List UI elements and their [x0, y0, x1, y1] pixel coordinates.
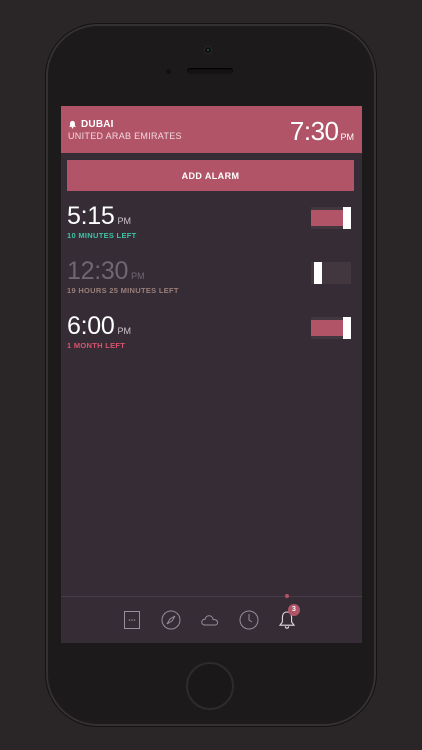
- alarm-item[interactable]: 12:30 PM 19 HOURS 25 MINUTES LEFT: [67, 257, 356, 307]
- alarm-time-ampm: PM: [117, 216, 131, 226]
- alarm-time-ampm: PM: [117, 326, 131, 336]
- alarm-item[interactable]: 6:00 PM 1 MONTH LEFT: [67, 312, 356, 362]
- tab-calendar[interactable]: [120, 608, 144, 632]
- alarm-time: 6:00 PM: [67, 312, 131, 341]
- tab-weather[interactable]: [198, 608, 222, 632]
- alarm-time-left: 1 MONTH LEFT: [67, 341, 126, 350]
- city-row: DUBAI: [68, 119, 114, 130]
- home-button[interactable]: [186, 662, 234, 710]
- alarm-toggle[interactable]: [311, 317, 351, 339]
- alarm-toggle[interactable]: [311, 207, 351, 229]
- bell-icon: [68, 120, 77, 129]
- alarm-toggle[interactable]: [311, 262, 351, 284]
- compass-icon: [159, 608, 183, 632]
- front-camera: [205, 47, 211, 53]
- alarm-time-ampm: PM: [131, 271, 145, 281]
- alarm-item[interactable]: 5:15 PM 10 MINUTES LEFT: [67, 202, 356, 252]
- alarm-time: 5:15 PM: [67, 202, 131, 231]
- tab-clock[interactable]: [237, 608, 261, 632]
- current-time-ampm: PM: [340, 132, 355, 142]
- app-screen: DUBAI UNITED ARAB EMIRATES 7:30 PM ADD A…: [61, 106, 362, 643]
- add-alarm-button[interactable]: ADD ALARM: [67, 160, 354, 191]
- proximity-sensor: [166, 69, 171, 74]
- toggle-knob[interactable]: [343, 317, 351, 339]
- toggle-fill: [311, 320, 345, 336]
- alarm-time-value: 12:30: [67, 257, 129, 285]
- tabbar-divider: [61, 596, 362, 597]
- city-name: DUBAI: [81, 119, 114, 130]
- alarm-time-left: 19 HOURS 25 MINUTES LEFT: [67, 286, 179, 295]
- calendar-icon: [120, 608, 144, 632]
- alarm-time-value: 5:15: [67, 202, 115, 230]
- current-time: 7:30 PM: [290, 116, 354, 147]
- cloud-icon: [198, 608, 222, 632]
- clock-icon: [237, 608, 261, 632]
- alarm-time: 12:30 PM: [67, 257, 145, 286]
- country-name: UNITED ARAB EMIRATES: [68, 131, 182, 141]
- active-tab-indicator: [285, 594, 289, 598]
- location-header[interactable]: DUBAI UNITED ARAB EMIRATES 7:30 PM: [61, 106, 362, 153]
- alarm-count-badge: 3: [288, 604, 300, 616]
- toggle-knob[interactable]: [343, 207, 351, 229]
- toggle-fill: [311, 210, 345, 226]
- alarm-time-value: 6:00: [67, 312, 115, 340]
- tab-compass[interactable]: [159, 608, 183, 632]
- alarm-time-left: 10 MINUTES LEFT: [67, 231, 137, 240]
- toggle-knob[interactable]: [314, 262, 322, 284]
- current-time-value: 7:30: [289, 116, 339, 146]
- earpiece-speaker: [187, 68, 233, 74]
